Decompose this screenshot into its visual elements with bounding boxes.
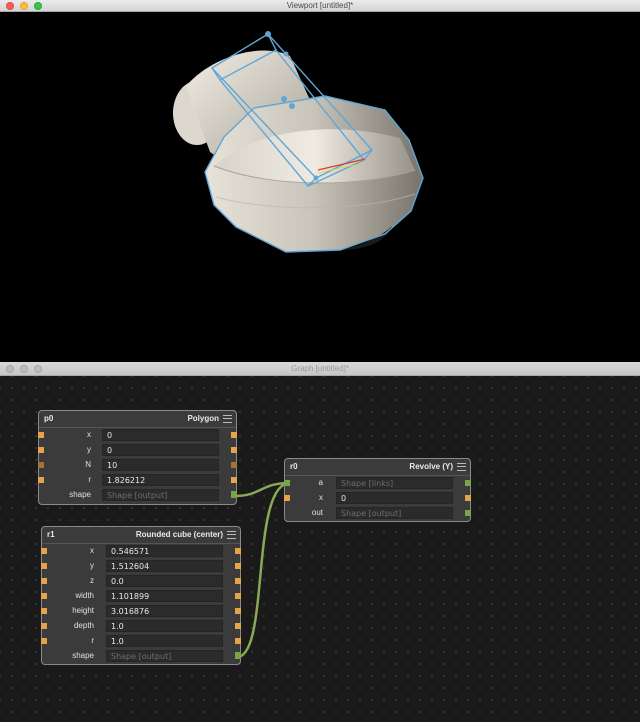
field-value[interactable]: 10 [102, 459, 219, 471]
field-value[interactable]: 1.0 [106, 620, 223, 632]
field-row: height 3.016876 [41, 604, 241, 619]
field-row: y 1.512604 [41, 559, 241, 574]
rendered-scene [173, 31, 424, 253]
field-row: r 1.826212 [38, 473, 237, 488]
output-port[interactable] [235, 593, 241, 599]
field-value[interactable]: 1.101899 [106, 590, 223, 602]
field-row: out Shape [output] [285, 506, 471, 521]
output-port[interactable] [235, 623, 241, 629]
field-value: Shape [links] [336, 477, 453, 489]
output-row: shape Shape [output] [39, 488, 237, 503]
node-id: r1 [47, 530, 55, 539]
field-label: x [90, 546, 94, 555]
node-polygon[interactable]: p0 Polygon x 0 y 0 N 10 r 1.826212 shape… [38, 410, 237, 505]
node-graph-canvas[interactable]: p0 Polygon x 0 y 0 N 10 r 1.826212 shape… [0, 376, 640, 722]
output-port[interactable] [235, 548, 241, 554]
node-header[interactable]: r0 Revolve (Y) [285, 459, 470, 476]
field-label: width [75, 591, 94, 600]
output-value: Shape [output] [106, 650, 223, 662]
menu-icon[interactable] [227, 531, 236, 539]
output-value: Shape [output] [102, 489, 219, 501]
output-port[interactable] [465, 480, 471, 486]
field-label: z [90, 576, 94, 585]
field-row: x 0 [38, 428, 237, 443]
field-value[interactable]: 1.512604 [106, 560, 223, 572]
field-label: out [311, 508, 323, 517]
field-value[interactable]: 3.016876 [106, 605, 223, 617]
node-type: Revolve (Y) [409, 462, 453, 471]
field-label: height [72, 606, 94, 615]
node-revolve[interactable]: r0 Revolve (Y) a Shape [links] x 0 out S… [284, 458, 471, 522]
field-value[interactable]: 0 [336, 492, 453, 504]
viewport-titlebar[interactable]: Viewport [untitled]* [0, 0, 640, 12]
field-value[interactable]: 0.546571 [106, 545, 223, 557]
field-value[interactable]: 0 [102, 429, 219, 441]
field-label: y [87, 445, 91, 454]
node-id: r0 [290, 462, 298, 471]
node-header[interactable]: p0 Polygon [39, 411, 236, 428]
field-row: depth 1.0 [41, 619, 241, 634]
node-rounded-cube[interactable]: r1 Rounded cube (center) x 0.546571 y 1.… [41, 526, 241, 665]
shape-output-port[interactable] [235, 652, 241, 659]
field-row: N 10 [38, 458, 237, 473]
output-row: shape Shape [output] [42, 649, 241, 664]
node-type: Polygon [187, 414, 219, 423]
field-value[interactable]: 0.0 [106, 575, 223, 587]
shape-output-port[interactable] [465, 510, 471, 516]
field-value[interactable]: 0 [102, 444, 219, 456]
output-port[interactable] [465, 495, 471, 501]
graph-titlebar[interactable]: Graph [untitled]* [0, 362, 640, 376]
output-port[interactable] [235, 563, 241, 569]
field-value[interactable]: 1.826212 [102, 474, 219, 486]
output-port[interactable] [231, 432, 237, 438]
output-port[interactable] [235, 638, 241, 644]
field-label: y [90, 561, 94, 570]
field-label: x [319, 493, 323, 502]
field-row: width 1.101899 [41, 589, 241, 604]
field-row: z 0.0 [41, 574, 241, 589]
output-port[interactable] [231, 462, 237, 468]
field-label: r [91, 636, 94, 645]
viewport-canvas[interactable] [0, 12, 640, 362]
shape-output-port[interactable] [231, 491, 237, 498]
output-port[interactable] [231, 477, 237, 483]
output-port[interactable] [231, 447, 237, 453]
field-value: Shape [output] [336, 507, 453, 519]
field-row: a Shape [links] [284, 476, 471, 491]
graph-title: Graph [untitled]* [291, 364, 349, 373]
output-label: shape [69, 490, 91, 499]
node-id: p0 [44, 414, 54, 423]
wire-r1-to-r0 [236, 481, 291, 659]
node-header[interactable]: r1 Rounded cube (center) [42, 527, 240, 544]
field-label: r [88, 475, 91, 484]
field-label: a [318, 478, 323, 487]
output-label: shape [72, 651, 94, 660]
field-label: N [85, 460, 91, 469]
field-label: x [87, 430, 91, 439]
field-label: depth [73, 621, 94, 630]
field-row: x 0 [284, 491, 471, 506]
node-type: Rounded cube (center) [135, 530, 223, 539]
menu-icon[interactable] [457, 463, 466, 471]
output-port[interactable] [235, 608, 241, 614]
field-row: r 1.0 [41, 634, 241, 649]
viewport-title: Viewport [untitled]* [286, 1, 354, 10]
field-value[interactable]: 1.0 [106, 635, 223, 647]
field-row: x 0.546571 [41, 544, 241, 559]
output-port[interactable] [235, 578, 241, 584]
field-row: y 0 [38, 443, 237, 458]
menu-icon[interactable] [223, 415, 232, 423]
